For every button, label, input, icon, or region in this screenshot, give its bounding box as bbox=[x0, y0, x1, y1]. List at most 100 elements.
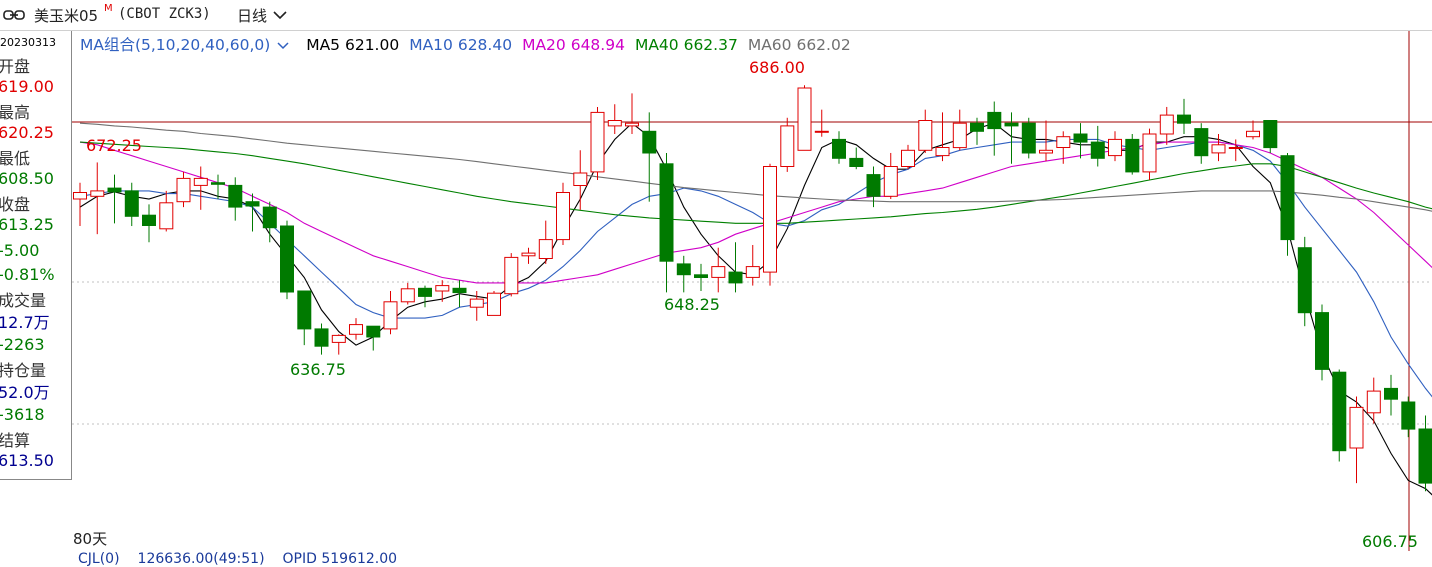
quote-value: 620.25 bbox=[0, 123, 54, 142]
candle-body bbox=[901, 149, 915, 168]
candle-body bbox=[883, 166, 898, 197]
candle-body bbox=[521, 252, 536, 257]
candle-body bbox=[763, 166, 777, 273]
candle-body bbox=[193, 177, 208, 186]
quote-value: -2263 bbox=[0, 335, 45, 354]
quote-value: -5.00 bbox=[0, 241, 40, 260]
candle-body bbox=[1332, 371, 1347, 452]
quote-label: 开盘 bbox=[0, 57, 31, 76]
ma-legend: MA组合(5,10,20,40,60,0) MA5 621.00 MA10 628… bbox=[80, 33, 861, 55]
ma-line-ma60 bbox=[79, 122, 1432, 212]
quote-value: 52.0万 bbox=[0, 383, 50, 402]
candle-body bbox=[625, 122, 639, 127]
candle-body bbox=[1228, 147, 1243, 149]
candle-body bbox=[866, 174, 881, 197]
volume-header-item: 126636.00(49:51) bbox=[137, 551, 265, 567]
candle-body bbox=[1021, 122, 1036, 154]
quote-label: 成交量 bbox=[0, 291, 47, 310]
candle-body bbox=[676, 263, 691, 276]
candle-body bbox=[1246, 130, 1260, 138]
quote-value: 608.50 bbox=[0, 169, 54, 188]
candle-body bbox=[711, 266, 726, 278]
candle-body bbox=[952, 122, 967, 149]
candle-body bbox=[331, 334, 346, 343]
instrument-title[interactable]: 美玉米05 bbox=[34, 5, 98, 26]
candle-body bbox=[1384, 387, 1398, 400]
candle-body bbox=[1125, 138, 1140, 173]
candle-body bbox=[418, 287, 432, 297]
candle-body bbox=[469, 298, 484, 308]
candle-body bbox=[142, 214, 156, 226]
candle-body bbox=[366, 325, 381, 338]
candle-body bbox=[1073, 133, 1088, 143]
candle-body bbox=[159, 202, 174, 230]
ma-legend-item: MA10 628.40 bbox=[409, 36, 513, 54]
price-annotation: 686.00 bbox=[749, 58, 805, 77]
candle-body bbox=[1418, 428, 1432, 484]
candle-body bbox=[1039, 149, 1053, 154]
price-annotation: 606.75 bbox=[1362, 532, 1418, 551]
quote-info-panel: 20230313 开盘 619.00 最高 620.25 最低 608.50 收盘 613.25… bbox=[0, 31, 72, 480]
candle-body bbox=[504, 256, 519, 295]
candle-body bbox=[487, 292, 501, 316]
candle-body bbox=[1297, 247, 1312, 314]
chevron-down-icon[interactable] bbox=[273, 11, 287, 20]
candle-body bbox=[987, 111, 1002, 130]
candle-body bbox=[1108, 138, 1122, 157]
ma-legend-item: MA20 648.94 bbox=[522, 36, 625, 54]
candle-body bbox=[349, 324, 363, 335]
candle-body bbox=[728, 271, 743, 284]
candle-body bbox=[694, 274, 708, 279]
period-selector[interactable]: 日线 bbox=[237, 5, 267, 26]
price-annotation: 672.25 bbox=[86, 136, 142, 155]
candle-body bbox=[73, 192, 87, 200]
candle-body bbox=[970, 122, 984, 132]
candle-body bbox=[814, 130, 829, 133]
quote-value: 613.25 bbox=[0, 215, 54, 234]
candle-body bbox=[556, 192, 570, 241]
candle-body bbox=[297, 290, 312, 330]
price-annotation: 636.75 bbox=[290, 360, 346, 379]
candle-body bbox=[176, 177, 191, 203]
candle-body bbox=[107, 187, 122, 193]
candle-body bbox=[228, 184, 243, 208]
candle-body bbox=[314, 328, 329, 347]
candle-body bbox=[1401, 401, 1416, 430]
candle-body bbox=[245, 201, 260, 207]
candle-body bbox=[797, 87, 812, 151]
chevron-down-icon[interactable] bbox=[277, 42, 289, 50]
candle-body bbox=[745, 266, 760, 278]
price-annotation: 648.25 bbox=[664, 295, 720, 314]
candle-body bbox=[1366, 390, 1381, 414]
candle-body bbox=[124, 190, 139, 217]
candle-body bbox=[590, 111, 605, 173]
ma-group-selector[interactable]: MA组合(5,10,20,40,60,0) bbox=[80, 36, 270, 54]
link-icon[interactable] bbox=[3, 10, 25, 20]
ma-group-label: MA组合(5,10,20,40,60,0) bbox=[80, 36, 271, 54]
candle-body bbox=[573, 172, 588, 186]
ma-line-ma5 bbox=[79, 122, 1432, 496]
ma-legend-item: MA60 662.02 bbox=[747, 36, 851, 54]
candle-body bbox=[538, 239, 553, 260]
quote-value: -3618 bbox=[0, 405, 45, 424]
quote-label: 最低 bbox=[0, 149, 31, 168]
volume-header-item: CJL(0) bbox=[78, 551, 120, 567]
candle-body bbox=[642, 130, 657, 154]
quote-label: 最高 bbox=[0, 103, 31, 122]
quote-date: 20230313 bbox=[0, 36, 56, 49]
candle-body bbox=[659, 163, 674, 262]
quote-value: 12.7万 bbox=[0, 313, 50, 332]
candle-body bbox=[780, 125, 795, 167]
candle-body bbox=[280, 225, 294, 293]
quote-label: 结算 bbox=[0, 431, 31, 450]
candle-body bbox=[1280, 155, 1295, 241]
candle-body bbox=[1194, 128, 1209, 157]
candle-body bbox=[1263, 120, 1278, 149]
candle-body bbox=[383, 301, 398, 330]
candle-body bbox=[1349, 406, 1364, 449]
candlestick-chart[interactable]: 672.25 636.75 686.00 648.25 606.75 bbox=[72, 31, 1432, 551]
quote-value: 613.50 bbox=[0, 451, 54, 470]
quote-label: 收盘 bbox=[0, 195, 31, 214]
ma-legend-item: MA40 662.37 bbox=[634, 36, 738, 54]
volume-indicator-header: CJL(0) 126636.00(49:51) OPID 519612.00 bbox=[78, 551, 415, 567]
